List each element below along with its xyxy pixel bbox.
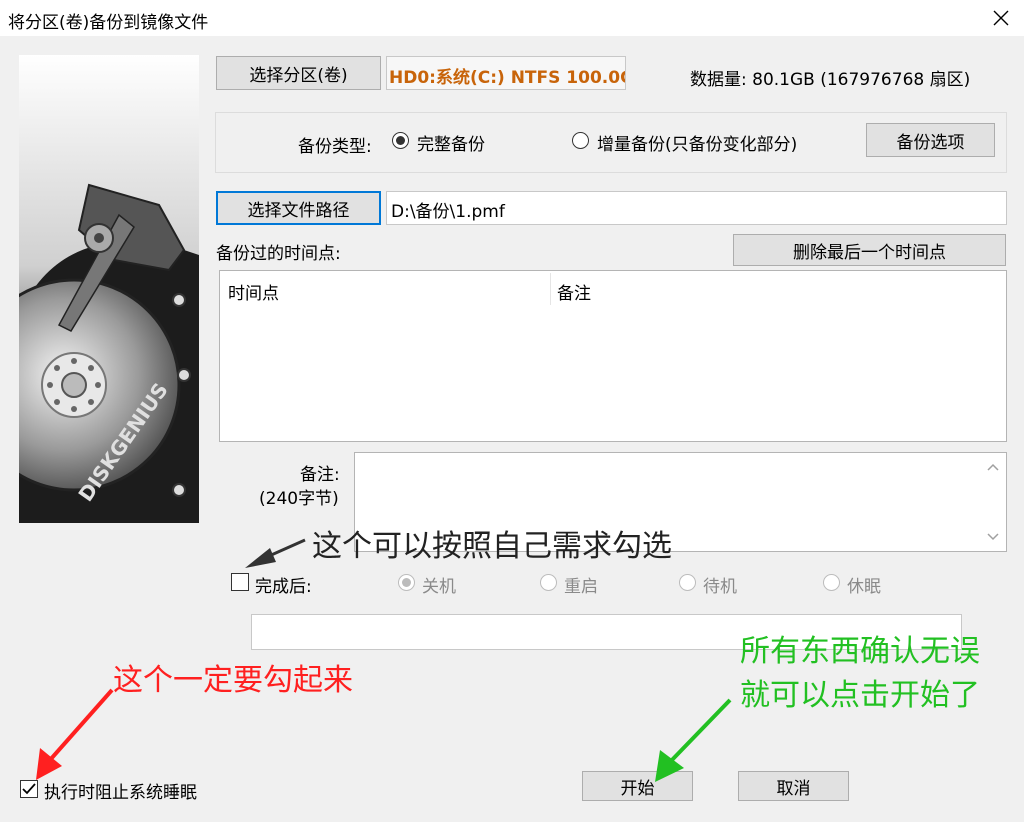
gray-arrow-icon: [245, 538, 306, 568]
green-arrow-icon: [655, 698, 732, 782]
annotation-arrows: [36, 538, 732, 782]
red-arrow-icon: [36, 688, 114, 780]
